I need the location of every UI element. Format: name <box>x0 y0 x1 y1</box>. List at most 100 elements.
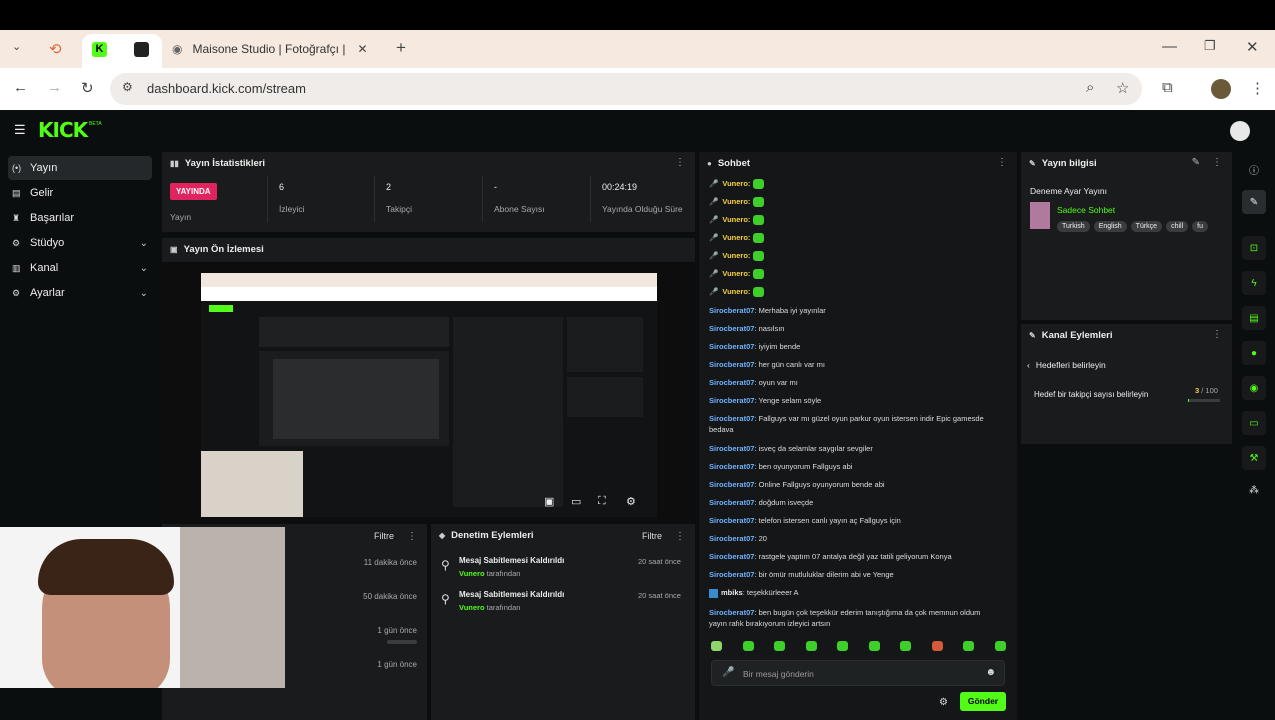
chat-username[interactable]: Vunero: <box>722 233 750 242</box>
sidebar-item-gelir[interactable]: ▤ Gelir <box>8 181 152 205</box>
emote-icon[interactable] <box>774 641 786 651</box>
sidebar-item-kanal[interactable]: ▥ Kanal ⌄ <box>8 256 152 280</box>
minimize-icon[interactable]: — <box>1162 38 1177 55</box>
chat-settings-icon[interactable]: ⚙ <box>939 697 948 708</box>
chat-username[interactable]: Vunero: <box>722 179 750 188</box>
chat-username[interactable]: Sirocberat07 <box>709 570 754 579</box>
chat-username[interactable]: Vunero: <box>722 269 750 278</box>
filter-button[interactable]: Filtre <box>374 531 394 541</box>
nodes-icon[interactable]: ⁂ <box>1249 485 1259 496</box>
moderator-name[interactable]: Vunero <box>459 569 485 578</box>
broadcast-icon[interactable]: ◉ <box>1242 376 1266 400</box>
sidebar-item-basarilar[interactable]: ♜ Başarılar <box>8 206 152 230</box>
kebab-menu-icon[interactable]: ⋮ <box>407 531 417 542</box>
plus-icon[interactable]: + <box>396 38 406 58</box>
menu-icon[interactable]: ⋮ <box>1250 79 1265 97</box>
sidebar-item-studyo[interactable]: ⚙ Stüdyo ⌄ <box>8 231 152 255</box>
chat-username[interactable]: Vunero: <box>722 215 750 224</box>
emote-icon[interactable] <box>837 641 849 651</box>
emote-icon[interactable] <box>805 641 817 651</box>
moderator-name[interactable]: Vunero <box>459 603 485 612</box>
filter-button[interactable]: Filtre <box>642 531 662 541</box>
chat-username[interactable]: Vunero: <box>722 287 750 296</box>
kebab-menu-icon[interactable]: ⋮ <box>997 157 1007 168</box>
category-link[interactable]: Sadece Sohbet <box>1057 205 1115 215</box>
chat-username[interactable]: Sirocberat07 <box>709 324 754 333</box>
goal-label[interactable]: Hedef bir takipçi sayısı belirleyin <box>1034 390 1148 399</box>
zoom-icon[interactable]: ⌕ <box>1086 79 1094 96</box>
chat-username[interactable]: Vunero: <box>722 251 750 260</box>
settings-icon[interactable]: ⚙ <box>626 495 636 508</box>
chat-username[interactable]: Sirocberat07 <box>709 378 754 387</box>
close-icon[interactable]: ✕ <box>357 42 367 56</box>
send-button[interactable]: Gönder <box>960 692 1006 711</box>
chat-username[interactable]: Sirocberat07 <box>709 516 754 525</box>
bolt-icon[interactable]: ϟ <box>1242 271 1266 295</box>
chat-username[interactable]: Sirocberat07 <box>709 480 754 489</box>
edit-icon[interactable]: ✎ <box>1192 157 1200 168</box>
close-window-icon[interactable]: ✕ <box>1246 38 1259 56</box>
kebab-menu-icon[interactable]: ⋮ <box>1212 329 1222 340</box>
chat-username[interactable]: Sirocberat07 <box>709 534 754 543</box>
restore-icon[interactable]: ❐ <box>1204 38 1216 54</box>
emote-icon[interactable] <box>868 641 880 651</box>
clipboard-icon[interactable]: ▤ <box>1242 306 1266 330</box>
extension-icon[interactable]: ⧉ <box>1162 79 1173 96</box>
reload-icon[interactable]: ↻ <box>81 79 94 97</box>
camera-icon[interactable]: ⊡ <box>1242 236 1266 260</box>
chat-username[interactable]: Sirocberat07 <box>709 360 754 369</box>
emote-icon[interactable] <box>900 641 912 651</box>
chat-username[interactable]: Sirocberat07 <box>709 608 754 617</box>
fullscreen-icon[interactable]: ⛶ <box>598 495 606 508</box>
kebab-menu-icon[interactable]: ⋮ <box>675 531 685 542</box>
kebab-menu-icon[interactable]: ⋮ <box>1212 157 1222 168</box>
chat-username[interactable]: Sirocberat07 <box>709 396 754 405</box>
chat-username[interactable]: Vunero: <box>722 197 750 206</box>
history-icon[interactable]: ⟲ <box>49 40 62 58</box>
monitor-icon[interactable]: ▭ <box>1242 411 1266 435</box>
star-icon[interactable]: ☆ <box>1116 79 1129 97</box>
tag[interactable]: Turkish <box>1057 221 1090 232</box>
chat-username[interactable]: Sirocberat07 <box>709 498 754 507</box>
video-player[interactable]: ▣ ▭ ⛶ ⚙ <box>162 262 695 522</box>
address-bar[interactable]: ⚙ dashboard.kick.com/stream ⌕ ☆ <box>110 73 1142 105</box>
profile-avatar[interactable] <box>1211 79 1231 99</box>
theater-icon[interactable]: ▭ <box>571 495 581 508</box>
chat-input[interactable]: 🎤 Bir mesaj gönderin ☻ <box>711 660 1005 686</box>
info-icon[interactable]: ⓘ <box>1249 162 1259 177</box>
tab-maisone[interactable]: ◉ Maisone Studio | Fotoğrafçı | İzı ✕ <box>172 34 382 64</box>
sidebar-item-ayarlar[interactable]: ⚙ Ayarlar ⌄ <box>8 281 152 305</box>
emoji-icon[interactable]: ☻ <box>985 667 996 678</box>
site-info-icon[interactable]: ⚙ <box>122 80 133 94</box>
tag[interactable]: English <box>1093 221 1127 232</box>
chevron-down-icon[interactable]: ⌄ <box>12 40 21 53</box>
wrench-icon[interactable]: ⚒ <box>1242 446 1266 470</box>
back-link[interactable]: ‹ Hedefleri belirleyin <box>1027 360 1106 370</box>
chat-username[interactable]: mbiks <box>721 588 743 597</box>
emote-icon[interactable] <box>711 641 722 651</box>
hamburger-icon[interactable]: ☰ <box>14 122 26 138</box>
sidebar-item-yayin[interactable]: (•) Yayın <box>8 156 152 180</box>
chat-username[interactable]: Sirocberat07 <box>709 342 754 351</box>
chat-username[interactable]: Sirocberat07 <box>709 444 754 453</box>
tag[interactable]: chill <box>1166 221 1189 232</box>
chat-username[interactable]: Sirocberat07 <box>709 462 754 471</box>
back-icon[interactable]: ← <box>13 79 28 96</box>
emote-icon[interactable] <box>994 641 1006 651</box>
tag[interactable]: fu <box>1192 221 1208 232</box>
emote-icon[interactable] <box>963 641 975 651</box>
edit-icon[interactable]: ✎ <box>1242 190 1266 214</box>
pip-icon[interactable]: ▣ <box>544 495 554 508</box>
kebab-menu-icon[interactable]: ⋮ <box>675 157 685 168</box>
emote-icon[interactable] <box>742 641 754 651</box>
tab-puzzle[interactable] <box>134 34 154 64</box>
tag[interactable]: Türkçe <box>1130 221 1163 232</box>
user-avatar[interactable] <box>1230 121 1250 141</box>
kick-logo[interactable]: KICK <box>38 118 88 142</box>
chat-bubble-icon[interactable]: ● <box>1242 341 1266 365</box>
chat-username[interactable]: Sirocberat07 <box>709 306 754 315</box>
chat-username[interactable]: Sirocberat07 <box>709 414 754 423</box>
forward-icon[interactable]: → <box>47 79 62 96</box>
chat-username[interactable]: Sirocberat07 <box>709 552 754 561</box>
emote-icon[interactable] <box>931 641 943 651</box>
